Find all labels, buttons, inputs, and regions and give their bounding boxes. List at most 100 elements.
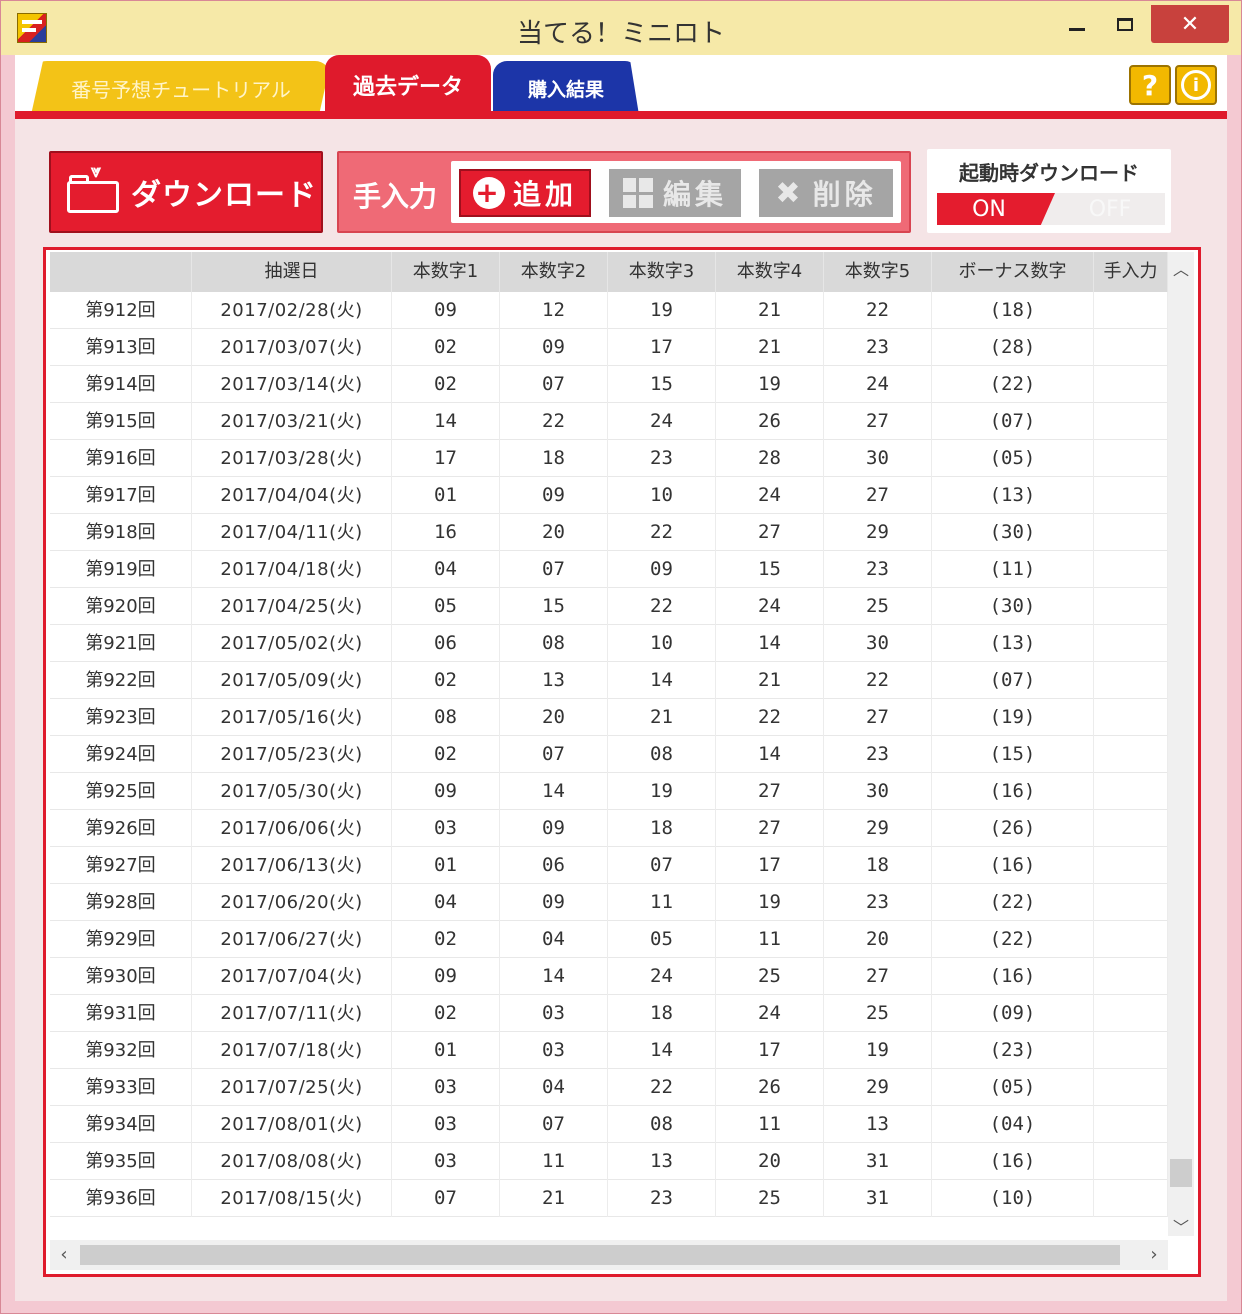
close-button[interactable]: ✕ <box>1151 5 1229 43</box>
column-header[interactable]: 手入力 <box>1094 252 1168 292</box>
table-cell: 25 <box>824 588 932 625</box>
table-cell: 第920回 <box>50 588 192 625</box>
table-row[interactable]: 第936回 2017/08/15(火) 07 21 23 25 31 (10) <box>50 1180 1168 1217</box>
table-row[interactable]: 第912回 2017/02/28(火) 09 12 19 21 22 (18) <box>50 292 1168 329</box>
startup-download-label: 起動時ダウンロード <box>959 161 1139 185</box>
table-row[interactable]: 第913回 2017/03/07(火) 02 09 17 21 23 (28) <box>50 329 1168 366</box>
table-cell: 10 <box>608 625 716 662</box>
table-row[interactable]: 第931回 2017/07/11(火) 02 03 18 24 25 (09) <box>50 995 1168 1032</box>
table-cell: 24 <box>716 477 824 514</box>
edit-button[interactable]: 編集 <box>609 169 741 217</box>
toggle-on-option[interactable]: ON <box>937 193 1055 225</box>
minimize-button[interactable] <box>1057 5 1097 43</box>
scroll-down-icon[interactable]: ﹀ <box>1168 1214 1194 1242</box>
table-cell: 第917回 <box>50 477 192 514</box>
column-header[interactable]: 本数字4 <box>716 252 824 292</box>
table-cell: (30) <box>932 514 1094 551</box>
table-row[interactable]: 第932回 2017/07/18(火) 01 03 14 17 19 (23) <box>50 1032 1168 1069</box>
table-cell: 2017/02/28(火) <box>192 292 392 329</box>
column-header[interactable]: 本数字3 <box>608 252 716 292</box>
tab-past-data[interactable]: 過去データ <box>325 55 491 115</box>
horizontal-scroll-thumb[interactable] <box>80 1245 1120 1265</box>
table-row[interactable]: 第933回 2017/07/25(火) 03 04 22 26 29 (05) <box>50 1069 1168 1106</box>
table-row[interactable]: 第924回 2017/05/23(火) 02 07 08 14 23 (15) <box>50 736 1168 773</box>
scroll-left-icon[interactable]: ‹ <box>50 1240 78 1270</box>
table-cell: 24 <box>716 588 824 625</box>
delete-label: 削除 <box>812 178 877 211</box>
table-row[interactable]: 第921回 2017/05/02(火) 06 08 10 14 30 (13) <box>50 625 1168 662</box>
scroll-right-icon[interactable]: › <box>1140 1240 1168 1270</box>
table-row[interactable]: 第916回 2017/03/28(火) 17 18 23 28 30 (05) <box>50 440 1168 477</box>
toggle-off-option[interactable]: OFF <box>1055 193 1165 225</box>
table-row[interactable]: 第919回 2017/04/18(火) 04 07 09 15 23 (11) <box>50 551 1168 588</box>
info-button[interactable]: i <box>1175 65 1217 105</box>
edit-label: 編集 <box>662 178 727 211</box>
table-cell: 29 <box>824 1069 932 1106</box>
table-cell: 07 <box>392 1180 500 1217</box>
startup-download-toggle[interactable]: ON OFF <box>937 193 1165 225</box>
table-cell <box>1094 921 1168 958</box>
table-row[interactable]: 第915回 2017/03/21(火) 14 22 24 26 27 (07) <box>50 403 1168 440</box>
table-row[interactable]: 第914回 2017/03/14(火) 02 07 15 19 24 (22) <box>50 366 1168 403</box>
scroll-up-icon[interactable]: ︿ <box>1168 256 1194 284</box>
table-row[interactable]: 第918回 2017/04/11(火) 16 20 22 27 29 (30) <box>50 514 1168 551</box>
table-cell <box>1094 588 1168 625</box>
table-row[interactable]: 第935回 2017/08/08(火) 03 11 13 20 31 (16) <box>50 1143 1168 1180</box>
maximize-button[interactable] <box>1105 5 1145 43</box>
add-button[interactable]: + 追加 <box>459 169 591 217</box>
table-row[interactable]: 第929回 2017/06/27(火) 02 04 05 11 20 (22) <box>50 921 1168 958</box>
table-cell: 01 <box>392 847 500 884</box>
manual-entry-label: 手入力 <box>353 180 438 213</box>
table-cell: 19 <box>608 292 716 329</box>
table-cell: 13 <box>824 1106 932 1143</box>
table-row[interactable]: 第922回 2017/05/09(火) 02 13 14 21 22 (07) <box>50 662 1168 699</box>
table-cell: 17 <box>392 440 500 477</box>
table-cell: 12 <box>500 292 608 329</box>
table-cell: 19 <box>716 884 824 921</box>
table-cell: (22) <box>932 921 1094 958</box>
vertical-scroll-thumb[interactable] <box>1170 1158 1192 1187</box>
table-row[interactable]: 第927回 2017/06/13(火) 01 06 07 17 18 (16) <box>50 847 1168 884</box>
title-bar[interactable]: 当てる！ミニロト ✕ <box>1 1 1241 55</box>
table-cell <box>1094 514 1168 551</box>
table-row[interactable]: 第928回 2017/06/20(火) 04 09 11 19 23 (22) <box>50 884 1168 921</box>
table-cell: 第928回 <box>50 884 192 921</box>
column-header[interactable]: ボーナス数字 <box>932 252 1094 292</box>
table-cell: 19 <box>716 366 824 403</box>
table-row[interactable]: 第920回 2017/04/25(火) 05 15 22 24 25 (30) <box>50 588 1168 625</box>
table-row[interactable]: 第925回 2017/05/30(火) 09 14 19 27 30 (16) <box>50 773 1168 810</box>
help-button[interactable]: ? <box>1129 65 1171 105</box>
table-cell: (07) <box>932 662 1094 699</box>
table-cell: 04 <box>392 551 500 588</box>
table-cell: 2017/08/01(火) <box>192 1106 392 1143</box>
table-cell: 09 <box>392 292 500 329</box>
table-cell <box>1094 958 1168 995</box>
table-cell: 08 <box>608 1106 716 1143</box>
question-icon: ? <box>1141 68 1159 102</box>
column-header[interactable]: 本数字5 <box>824 252 932 292</box>
tab-purchase-results[interactable]: 購入結果 <box>493 61 639 115</box>
table-row[interactable]: 第917回 2017/04/04(火) 01 09 10 24 27 (13) <box>50 477 1168 514</box>
table-cell: 22 <box>500 403 608 440</box>
column-header[interactable]: 抽選日 <box>192 252 392 292</box>
table-cell: 23 <box>608 440 716 477</box>
table-cell: 第923回 <box>50 699 192 736</box>
table-row[interactable]: 第926回 2017/06/06(火) 03 09 18 27 29 (26) <box>50 810 1168 847</box>
table-cell: 27 <box>824 699 932 736</box>
table-cell <box>1094 366 1168 403</box>
tab-tutorial[interactable]: 番号予想チュートリアル <box>31 61 331 115</box>
vertical-scrollbar[interactable]: ︿ ﹀ <box>1168 252 1194 1237</box>
column-header[interactable]: 本数字1 <box>392 252 500 292</box>
table-row[interactable]: 第930回 2017/07/04(火) 09 14 24 25 27 (16) <box>50 958 1168 995</box>
download-button[interactable]: ⩔ ダウンロード <box>49 151 323 233</box>
table-cell: 第932回 <box>50 1032 192 1069</box>
table-cell: 09 <box>500 884 608 921</box>
delete-button[interactable]: ✖ 削除 <box>759 169 893 217</box>
table-body[interactable]: 第912回 2017/02/28(火) 09 12 19 21 22 (18) 第913回 201… <box>50 292 1168 1232</box>
table-cell: (16) <box>932 773 1094 810</box>
table-row[interactable]: 第923回 2017/05/16(火) 08 20 21 22 27 (19) <box>50 699 1168 736</box>
column-header[interactable] <box>50 252 192 292</box>
horizontal-scrollbar[interactable]: ‹ › <box>50 1240 1168 1270</box>
column-header[interactable]: 本数字2 <box>500 252 608 292</box>
table-row[interactable]: 第934回 2017/08/01(火) 03 07 08 11 13 (04) <box>50 1106 1168 1143</box>
